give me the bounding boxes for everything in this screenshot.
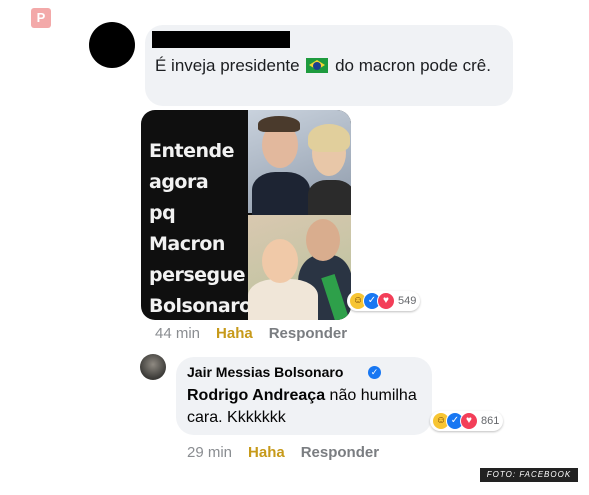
comment-text: É inveja presidente do macron pode crê. [155,54,505,78]
reaction-count: 549 [398,295,417,307]
reply-actions: 29 min Haha Responder [187,444,379,461]
avatar[interactable] [89,22,135,68]
haha-button[interactable]: Haha [216,325,253,342]
meme-line: pq Macron [149,202,225,255]
avatar[interactable] [140,354,166,380]
mention-link[interactable]: Rodrigo Andreaça [187,387,325,404]
reply-text: Rodrigo Andreaça não humilha cara. Kkkkk… [187,385,417,429]
reaction-count: 861 [481,415,500,427]
comment-actions: 44 min Haha Responder [155,325,347,342]
author-name[interactable]: Jair Messias Bolsonaro [187,364,343,380]
brazil-flag-icon [306,58,329,73]
meme-line: Bolsonaro? [149,295,263,317]
comment-text-start: É inveja presidente [155,56,300,75]
reaction-summary[interactable]: ☺ ✓ ♥ 549 [347,291,421,311]
photo-couple-top [248,110,351,217]
timestamp[interactable]: 29 min [187,444,232,461]
verified-badge-icon: ✓ [368,366,381,379]
comment-text-end: do macron pode crê. [335,56,491,75]
meme-line: Entende [149,140,235,162]
haha-button[interactable]: Haha [248,444,285,461]
meme-image[interactable]: Entende agora pq Macron persegue Bolsona… [141,110,351,320]
redacted-name [152,31,290,48]
photo-credit: FOTO: FACEBOOK [480,468,578,482]
meme-caption: Entende agora pq Macron persegue Bolsona… [149,136,263,320]
photo-couple-bottom [248,215,351,320]
pinterest-icon[interactable]: P [31,8,51,28]
love-reaction-icon: ♥ [377,292,395,310]
reply-button[interactable]: Responder [301,444,379,461]
reply-button[interactable]: Responder [269,325,347,342]
meme-line: persegue [149,264,246,286]
timestamp[interactable]: 44 min [155,325,200,342]
love-reaction-icon: ♥ [460,412,478,430]
meme-line: agora [149,171,209,193]
reaction-summary[interactable]: ☺ ✓ ♥ 861 [430,411,504,431]
